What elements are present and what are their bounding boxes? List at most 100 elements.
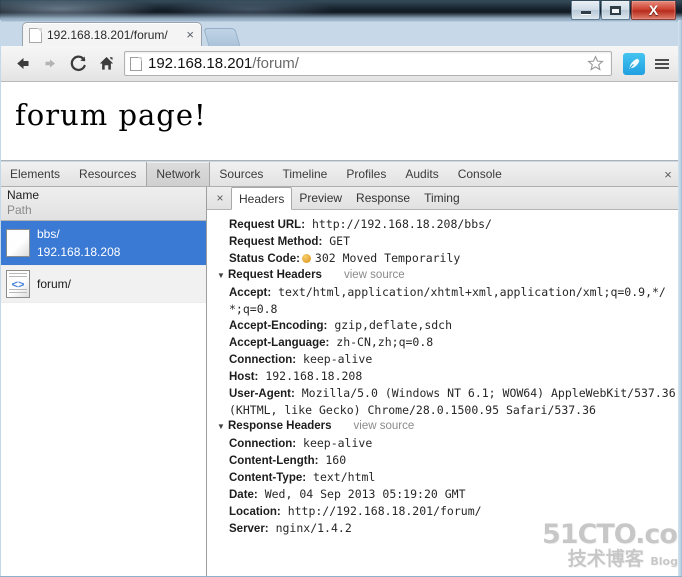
header-row: Date: Wed, 04 Sep 2013 05:19:20 GMT [217, 486, 677, 503]
minimize-button[interactable] [571, 1, 600, 20]
request-name: bbs/ [37, 227, 60, 241]
tab-label: Audits [405, 167, 439, 181]
detail-close-button[interactable]: × [209, 187, 231, 209]
header-key: Server: [229, 523, 269, 535]
chevron-down-icon: ▼ [217, 271, 225, 280]
close-icon: × [664, 166, 672, 182]
star-icon [586, 55, 604, 71]
header-row: Request Method: GET [217, 233, 677, 250]
header-value: Wed, 04 Sep 2013 05:19:20 GMT [264, 487, 466, 501]
tab-response[interactable]: Response [349, 187, 417, 209]
header-row: Server: nginx/1.4.2 [217, 520, 677, 537]
header-value: gzip,deflate,sdch [334, 318, 453, 332]
tab-preview[interactable]: Preview [292, 187, 349, 209]
bookmark-star-button[interactable] [583, 55, 607, 72]
address-bar[interactable]: 192.168.18.201/forum/ [124, 51, 612, 76]
browser-toolbar: 192.168.18.201/forum/ [1, 46, 681, 82]
header-row: Content-Type: text/html [217, 469, 677, 486]
header-value: text/html [313, 470, 376, 484]
header-key: Request URL: [229, 219, 306, 231]
blank-document-icon [6, 229, 30, 257]
header-row: Host: 192.168.18.208 [217, 368, 677, 385]
header-row: Accept-Encoding: gzip,deflate,sdch [217, 317, 677, 334]
request-headers-section-title[interactable]: ▼ Request Headers view source [217, 267, 677, 284]
detail-tabbar: × Headers Preview Response Timing [207, 187, 681, 210]
hamburger-menu-icon [655, 58, 669, 61]
column-header-name: Name [7, 188, 40, 202]
close-icon: X [648, 2, 659, 18]
html-document-icon: <> [6, 270, 30, 298]
extension-button[interactable] [623, 52, 645, 75]
home-button[interactable] [92, 49, 120, 79]
minimize-icon [580, 11, 591, 14]
tab-close-icon[interactable]: × [183, 28, 197, 41]
header-key: Date: [229, 489, 258, 501]
new-tab-button[interactable] [203, 28, 241, 47]
header-value: text/html,application/xhtml+xml,applicat… [229, 285, 666, 316]
request-detail-panel: × Headers Preview Response Timing Reques… [207, 187, 681, 576]
page-title: forum page! [15, 98, 207, 132]
header-key: Status Code: [229, 253, 300, 265]
devtools-body: Name Path bbs/ 192.168.18.208 <> forum/ … [1, 187, 681, 576]
tab-network[interactable]: Network [146, 162, 211, 186]
close-window-button[interactable]: X [631, 1, 676, 20]
view-source-link[interactable]: view source [354, 418, 415, 435]
header-key: Host: [229, 371, 259, 383]
header-key: Connection: [229, 354, 297, 366]
url-path: /forum/ [252, 55, 299, 72]
header-row: User-Agent: Mozilla/5.0 (Windows NT 6.1;… [217, 385, 677, 418]
request-name: forum/ [37, 277, 72, 291]
header-key: Content-Type: [229, 472, 307, 484]
header-row: Accept-Language: zh-CN,zh;q=0.8 [217, 334, 677, 351]
header-key: Accept-Encoding: [229, 320, 328, 332]
tab-headers[interactable]: Headers [231, 187, 293, 210]
tab-timing[interactable]: Timing [417, 187, 467, 209]
header-row: Connection: keep-alive [217, 351, 677, 368]
forward-button[interactable] [36, 49, 64, 79]
tab-label: Preview [299, 191, 343, 205]
requests-column-header[interactable]: Name Path [1, 187, 206, 221]
table-row[interactable]: bbs/ 192.168.18.208 [1, 221, 206, 266]
response-headers-section-title[interactable]: ▼ Response Headers view source [217, 418, 677, 435]
reload-button[interactable] [64, 49, 92, 79]
tab-sources[interactable]: Sources [210, 162, 273, 186]
tab-audits[interactable]: Audits [396, 162, 448, 186]
maximize-icon [610, 5, 621, 15]
devtools-tabbar: Elements Resources Network Sources Timel… [1, 162, 681, 187]
tab-profiles[interactable]: Profiles [337, 162, 396, 186]
header-key: Accept-Language: [229, 337, 330, 349]
devtools-panel: Elements Resources Network Sources Timel… [1, 162, 681, 576]
tab-timeline[interactable]: Timeline [273, 162, 337, 186]
header-row: Request URL: http://192.168.18.208/bbs/ [217, 216, 677, 233]
headers-content[interactable]: Request URL: http://192.168.18.208/bbs/ … [207, 210, 681, 576]
header-key: Content-Length: [229, 455, 319, 467]
table-row[interactable]: <> forum/ [1, 266, 206, 303]
header-key: Request Method: [229, 236, 323, 248]
header-value: http://192.168.18.208/bbs/ [311, 217, 492, 231]
tab-label: Headers [239, 191, 285, 206]
header-value: keep-alive [303, 352, 373, 366]
maximize-button[interactable] [601, 1, 630, 20]
home-icon [99, 57, 113, 70]
page-viewport: forum page! [1, 82, 681, 161]
chrome-menu-button[interactable] [650, 50, 674, 78]
tab-label: Resources [79, 167, 137, 181]
header-value: nginx/1.4.2 [275, 521, 352, 535]
status-code-value: 302 Moved Temporarily [314, 251, 461, 265]
header-row: Connection: keep-alive [217, 435, 677, 452]
header-value: zh-CN,zh;q=0.8 [336, 335, 434, 349]
tab-label: Network [156, 167, 201, 181]
tab-elements[interactable]: Elements [1, 162, 70, 186]
arrow-left-icon [16, 58, 28, 69]
browser-tab[interactable]: 192.168.18.201/forum/ × [22, 22, 202, 47]
tab-title: 192.168.18.201/forum/ [47, 28, 168, 42]
header-key: User-Agent: [229, 388, 295, 400]
tab-resources[interactable]: Resources [70, 162, 146, 186]
back-button[interactable] [8, 49, 36, 79]
url-text: 192.168.18.201/forum/ [148, 55, 583, 72]
request-path: 192.168.18.208 [37, 245, 121, 259]
header-value: GET [329, 234, 350, 248]
view-source-link[interactable]: view source [344, 267, 405, 284]
window-left-border [0, 20, 1, 577]
tab-console[interactable]: Console [449, 162, 512, 186]
